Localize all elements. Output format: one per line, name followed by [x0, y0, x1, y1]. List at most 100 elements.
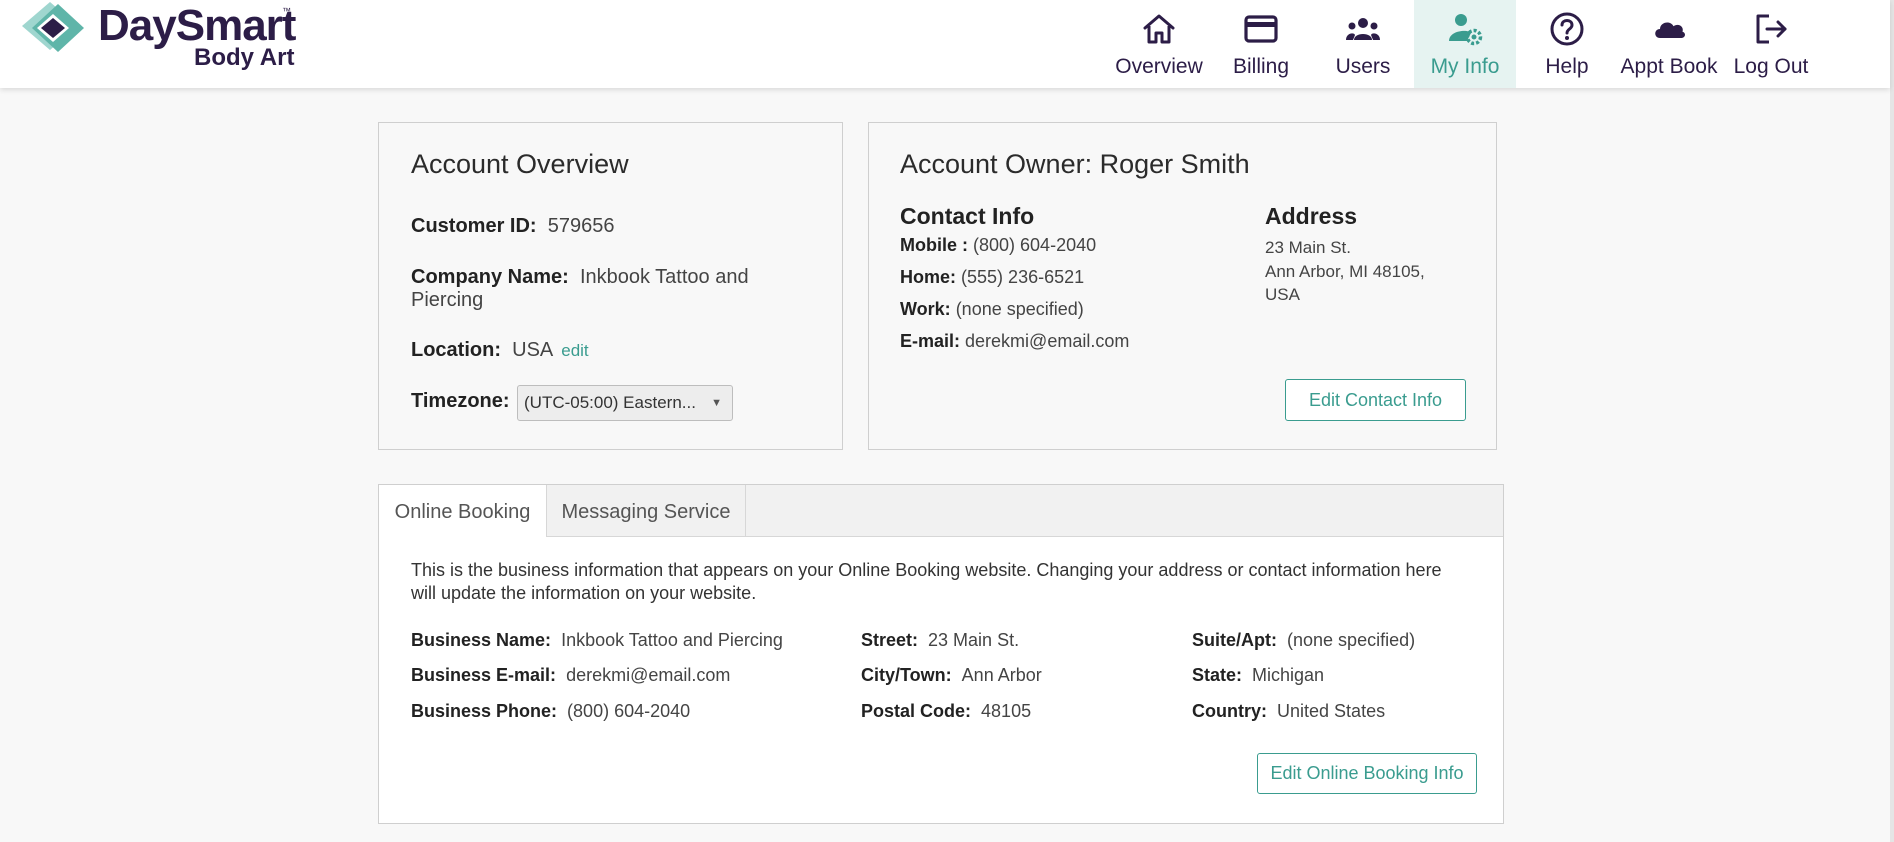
online-booking-description: This is the business information that ap… — [411, 560, 1442, 603]
logout-icon — [1756, 14, 1787, 44]
company-name-continued: Piercing — [411, 289, 483, 312]
country-label: Country: — [1192, 701, 1267, 721]
timezone-select[interactable]: (UTC-05:00) Eastern... ▼ — [517, 385, 733, 421]
home-field: Home: (555) 236-6521 — [900, 267, 1084, 288]
tab-online-booking[interactable]: Online Booking — [379, 485, 547, 537]
location-value: USA — [512, 339, 554, 361]
home-value: (555) 236-6521 — [961, 267, 1085, 287]
postal-code-field: Postal Code: 48105 — [861, 701, 1031, 722]
credit-card-icon — [1244, 15, 1278, 43]
postal-code-label: Postal Code: — [861, 701, 972, 721]
nav-label: Overview — [1115, 55, 1203, 78]
customer-id-label: Customer ID: — [411, 215, 537, 237]
tab-bar: Online Booking Messaging Service — [379, 485, 1503, 537]
company-name-field: Company Name: Inkbook Tattoo and — [411, 266, 749, 289]
city-value: Ann Arbor — [961, 665, 1042, 685]
customer-id-value: 579656 — [547, 215, 615, 237]
work-value: (none specified) — [955, 299, 1084, 319]
edit-contact-info-button[interactable]: Edit Contact Info — [1285, 379, 1466, 421]
email-label: E-mail: — [900, 331, 961, 351]
email-field: E-mail: derekmi@email.com — [900, 331, 1129, 352]
logo-subtitle: Body Art — [194, 44, 295, 71]
nav-my-info[interactable]: My Info — [1414, 0, 1516, 88]
work-field: Work: (none specified) — [900, 299, 1084, 320]
business-name-value: Inkbook Tattoo and Piercing — [561, 630, 783, 650]
street-field: Street: 23 Main St. — [861, 630, 1019, 651]
edit-online-booking-info-button[interactable]: Edit Online Booking Info — [1257, 753, 1477, 794]
timezone-field: Timezone: — [411, 390, 510, 413]
nav-label: Users — [1335, 55, 1391, 78]
location-field: Location: USA edit — [411, 339, 589, 362]
company-name-value-line2: Piercing — [411, 289, 484, 311]
nav-overview[interactable]: Overview — [1108, 0, 1210, 88]
location-edit-link[interactable]: edit — [561, 341, 588, 360]
country-field: Country: United States — [1192, 701, 1385, 722]
address-line-3: USA — [1265, 285, 1300, 304]
mobile-field: Mobile : (800) 604-2040 — [900, 235, 1096, 256]
account-owner-title: Account Owner: Roger Smith — [900, 149, 1250, 179]
postal-code-value: 48105 — [981, 701, 1032, 721]
nav-label: Billing — [1232, 55, 1290, 78]
account-owner-card: Account Owner: Roger Smith Contact Info … — [868, 122, 1497, 450]
city-field: City/Town: Ann Arbor — [861, 665, 1042, 686]
home-label: Home: — [900, 267, 957, 287]
users-icon — [1346, 18, 1380, 40]
chevron-down-icon: ▼ — [711, 397, 722, 409]
tab-messaging-service[interactable]: Messaging Service — [547, 485, 746, 536]
street-label: Street: — [861, 630, 919, 650]
street-value: 23 Main St. — [928, 630, 1020, 650]
business-email-label: Business E-mail: — [411, 665, 557, 685]
customer-id-field: Customer ID: 579656 — [411, 215, 614, 238]
nav-label: My Info — [1430, 55, 1500, 78]
account-overview-title: Account Overview — [411, 149, 629, 179]
nav-billing[interactable]: Billing — [1210, 0, 1312, 88]
nav-label: Appt Book — [1620, 55, 1718, 78]
timezone-label: Timezone: — [411, 390, 510, 412]
company-name-value: Inkbook Tattoo and — [579, 266, 749, 288]
business-phone-field: Business Phone: (800) 604-2040 — [411, 701, 690, 722]
contact-info-title: Contact Info — [900, 203, 1035, 229]
home-icon — [1143, 14, 1175, 44]
page-scrollbar[interactable] — [1890, 0, 1894, 842]
nav-log-out[interactable]: Log Out — [1720, 0, 1822, 88]
help-icon — [1550, 12, 1584, 46]
suite-label: Suite/Apt: — [1192, 630, 1277, 650]
business-name-label: Business Name: — [411, 630, 552, 650]
nav-help[interactable]: Help — [1516, 0, 1618, 88]
address-line-2: Ann Arbor, MI 48105, — [1265, 262, 1425, 281]
work-label: Work: — [900, 299, 951, 319]
city-label: City/Town: — [861, 665, 952, 685]
nav-label: Help — [1545, 55, 1589, 78]
mobile-value: (800) 604-2040 — [973, 235, 1097, 255]
state-value: Michigan — [1252, 665, 1325, 685]
suite-field: Suite/Apt: (none specified) — [1192, 630, 1415, 651]
business-name-field: Business Name: Inkbook Tattoo and Pierci… — [411, 630, 783, 651]
main-nav: Overview Billing Users My Info Help Appt… — [1108, 0, 1822, 88]
cloud-icon — [1655, 22, 1686, 38]
nav-appt-book[interactable]: Appt Book — [1618, 0, 1720, 88]
company-name-label: Company Name: — [411, 266, 569, 288]
state-label: State: — [1192, 665, 1243, 685]
business-info-tab-panel: Online Booking Messaging Service This is… — [378, 484, 1504, 824]
timezone-selected-value: (UTC-05:00) Eastern... — [524, 393, 696, 412]
address-line-1: 23 Main St. — [1265, 238, 1351, 257]
logo-tm: ™ — [282, 6, 291, 16]
mobile-label: Mobile : — [900, 235, 968, 255]
daysmart-logo[interactable]: DaySmart ™ Body Art — [20, 0, 300, 80]
location-label: Location: — [411, 339, 501, 361]
email-value: derekmi@email.com — [965, 331, 1130, 351]
address-title: Address — [1265, 203, 1358, 229]
business-email-field: Business E-mail: derekmi@email.com — [411, 665, 730, 686]
suite-value: (none specified) — [1287, 630, 1416, 650]
business-email-value: derekmi@email.com — [566, 665, 731, 685]
top-header: DaySmart ™ Body Art Overview Billing Use… — [0, 0, 1890, 88]
country-value: United States — [1277, 701, 1386, 721]
nav-label: Log Out — [1733, 55, 1809, 78]
nav-users[interactable]: Users — [1312, 0, 1414, 88]
logo-mark-icon — [22, 2, 84, 52]
business-phone-label: Business Phone: — [411, 701, 558, 721]
user-gear-icon — [1449, 14, 1483, 46]
account-overview-card: Account Overview Customer ID: 579656 Com… — [378, 122, 843, 450]
state-field: State: Michigan — [1192, 665, 1324, 686]
business-phone-value: (800) 604-2040 — [567, 701, 691, 721]
